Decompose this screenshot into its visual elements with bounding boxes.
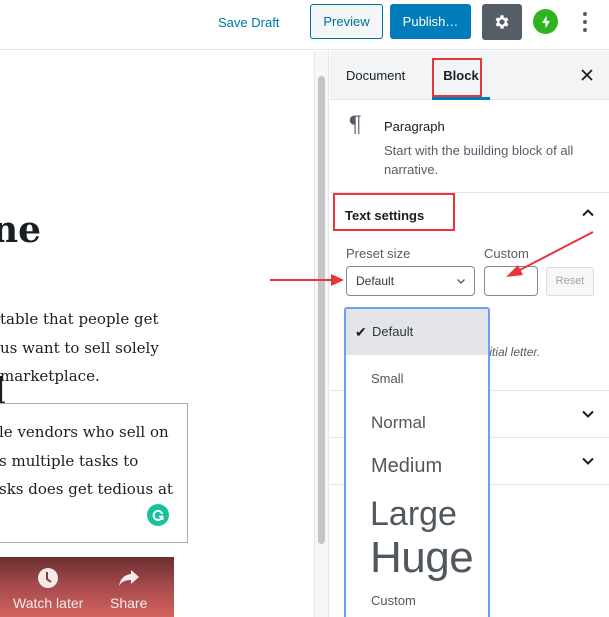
block-card: ¶ Paragraph Start with the building bloc…: [330, 101, 609, 193]
more-vertical-icon-dot: [583, 20, 587, 24]
more-vertical-icon-dot: [583, 28, 587, 32]
video-embed[interactable]: Watch later Share: [0, 557, 174, 617]
chevron-up-icon: [582, 209, 594, 217]
dropdown-option-default[interactable]: ✔ Default: [346, 309, 488, 355]
watch-later-label: Watch later: [13, 595, 84, 611]
text-settings-collapse-button[interactable]: [581, 206, 595, 225]
more-options-button[interactable]: [578, 10, 592, 34]
dropdown-option-huge[interactable]: Huge: [346, 533, 488, 583]
close-icon: [581, 69, 593, 81]
editor-scrollbar[interactable]: [314, 51, 329, 617]
settings-button[interactable]: [482, 4, 522, 40]
tab-document[interactable]: Document: [346, 51, 405, 100]
more-vertical-icon-dot: [583, 12, 587, 16]
preset-size-value: Default: [356, 274, 395, 288]
reset-button[interactable]: Reset: [546, 267, 594, 296]
custom-size-label: Custom: [484, 246, 529, 261]
custom-size-input[interactable]: [484, 266, 538, 296]
dropdown-option-custom[interactable]: Custom: [346, 593, 488, 608]
share-icon: [118, 570, 139, 586]
scrollbar-thumb[interactable]: [318, 76, 325, 544]
save-draft-button[interactable]: Save Draft: [218, 13, 279, 33]
preset-size-dropdown[interactable]: ✔ Default Small Normal Medium Large Huge…: [344, 307, 490, 617]
dropdown-option-large[interactable]: Large: [346, 495, 488, 534]
chevron-down-icon: [457, 279, 465, 284]
publish-button[interactable]: Publish…: [390, 4, 471, 39]
preview-button[interactable]: Preview: [310, 4, 383, 39]
gear-icon: [495, 15, 509, 29]
paragraph-line: marketplace.: [0, 367, 100, 385]
paragraph-line: sks does get tedious at: [0, 480, 173, 498]
title-line: ne: [0, 209, 42, 251]
block-description: Start with the building block of all nar…: [384, 143, 574, 177]
close-sidebar-button[interactable]: [581, 66, 593, 86]
share-button[interactable]: Share: [110, 567, 147, 611]
dropdown-option-medium[interactable]: Medium: [346, 455, 488, 478]
editor-canvas[interactable]: ne l table that people get us want to se…: [0, 51, 314, 617]
paragraph-icon: ¶: [348, 113, 362, 138]
paragraph-line: us want to sell solely: [0, 338, 159, 357]
chevron-down-icon: [582, 410, 594, 418]
grammarly-icon: [152, 509, 164, 521]
block-title: Paragraph: [384, 119, 445, 134]
annotation-box-block-tab: [432, 58, 482, 97]
preset-size-label: Preset size: [346, 246, 411, 261]
paragraph-block[interactable]: table that people get us want to sell so…: [0, 305, 159, 391]
preset-size-select[interactable]: Default: [346, 266, 475, 296]
share-label: Share: [110, 595, 148, 611]
dropdown-option-small[interactable]: Small: [346, 371, 488, 386]
watch-later-button[interactable]: Watch later: [13, 567, 83, 611]
annotation-box-text-settings: [333, 193, 455, 231]
dropdown-option-normal[interactable]: Normal: [346, 413, 488, 433]
jetpack-bolt-icon: [541, 15, 550, 28]
grammarly-button[interactable]: [147, 504, 169, 526]
selected-paragraph-block[interactable]: le vendors who sell on s multiple tasks …: [0, 403, 188, 543]
jetpack-button[interactable]: [533, 9, 558, 34]
paragraph-line: s multiple tasks to: [0, 451, 139, 470]
paragraph-line: le vendors who sell on: [0, 423, 169, 441]
chevron-down-icon: [582, 457, 594, 465]
editor-header: Save Draft Preview Publish…: [0, 0, 609, 50]
clock-icon: [38, 568, 59, 588]
checkmark-icon: ✔: [355, 324, 367, 340]
paragraph-line: table that people get: [0, 310, 159, 328]
